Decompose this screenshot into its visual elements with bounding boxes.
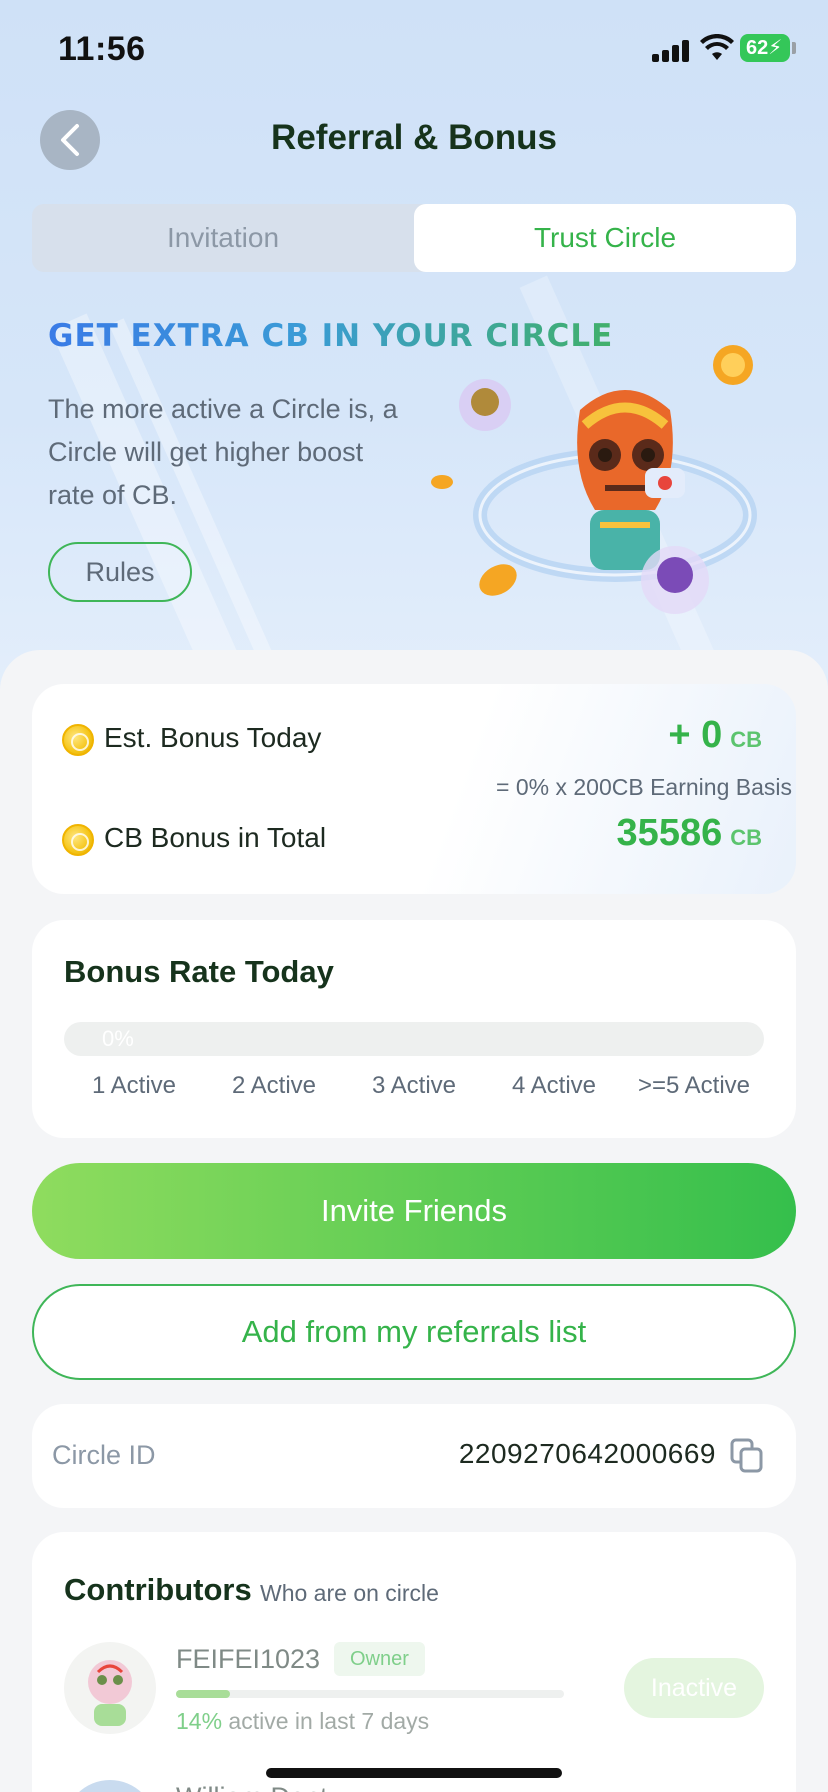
member-name: William Dent — [176, 1782, 328, 1792]
promo-description: The more active a Circle is, a Circle wi… — [48, 394, 398, 510]
level-label: >=5 Active — [637, 1072, 751, 1099]
charging-icon: ⚡ — [768, 37, 783, 59]
rules-button[interactable]: Rules — [48, 542, 192, 602]
add-from-referrals-button[interactable]: Add from my referrals list — [32, 1284, 796, 1380]
page-title: Referral & Bonus — [271, 118, 557, 157]
earning-basis-text: = 0% x 200CB Earning Basis — [496, 774, 792, 800]
total-bonus-value: 35586 CB — [616, 812, 762, 854]
status-time: 11:56 — [58, 30, 146, 68]
wifi-icon — [700, 34, 734, 60]
level-label: 2 Active — [231, 1072, 317, 1099]
avatar-image — [88, 1660, 132, 1726]
avatar[interactable] — [64, 1642, 156, 1734]
est-bonus-label: Est. Bonus Today — [104, 722, 322, 753]
member-name: FEIFEI1023 — [176, 1644, 321, 1674]
battery-indicator: 62⚡ — [740, 34, 790, 62]
circle-mascot-illustration — [431, 345, 757, 614]
contributors-title: Contributors — [64, 1572, 252, 1607]
status-bar: 11:56 62⚡ — [0, 0, 828, 100]
coin-icon — [62, 824, 94, 856]
home-indicator — [266, 1768, 562, 1778]
bonus-rate-title: Bonus Rate Today — [64, 954, 334, 989]
circle-id-label: Circle ID — [52, 1440, 156, 1470]
status-badge: Inactive — [624, 1658, 764, 1718]
bonus-rate-card: Bonus Rate Today 0% 1 Active 2 Active 3 … — [32, 920, 796, 1138]
est-bonus-value: + 0 CB — [668, 714, 762, 756]
level-label: 4 Active — [511, 1072, 597, 1099]
cellular-signal-icon — [652, 38, 692, 62]
active-levels: 1 Active 2 Active 3 Active 4 Active >=5 … — [64, 1072, 764, 1100]
circle-id-value: 2209270642000669 — [458, 1438, 716, 1469]
circle-id-card: Circle ID 2209270642000669 — [32, 1404, 796, 1508]
tab-invitation[interactable]: Invitation — [32, 204, 414, 272]
avatar[interactable] — [64, 1780, 156, 1792]
invite-friends-button[interactable]: Invite Friends — [32, 1163, 796, 1259]
member-activity-bar — [176, 1690, 564, 1698]
bonus-rate-progress-text: 0% — [102, 1026, 134, 1051]
member-activity-fill — [176, 1690, 231, 1698]
level-label: 3 Active — [371, 1072, 457, 1099]
member-activity-text: 14% active in last 7 days — [176, 1708, 430, 1734]
level-label: 1 Active — [91, 1072, 177, 1099]
battery-tip — [792, 42, 796, 54]
coin-icon — [62, 724, 94, 756]
owner-badge: Owner — [334, 1642, 425, 1676]
bonus-rate-progress: 0% — [64, 1022, 764, 1056]
tab-bar: Invitation Trust Circle — [32, 204, 796, 272]
contributors-subtitle: Who are on circle — [260, 1580, 439, 1606]
total-bonus-label: CB Bonus in Total — [104, 822, 327, 853]
tab-trust-circle[interactable]: Trust Circle — [414, 204, 796, 272]
copy-icon[interactable] — [730, 1438, 764, 1474]
contributors-card: Contributors Who are on circle FEIFEI102… — [32, 1532, 796, 1792]
